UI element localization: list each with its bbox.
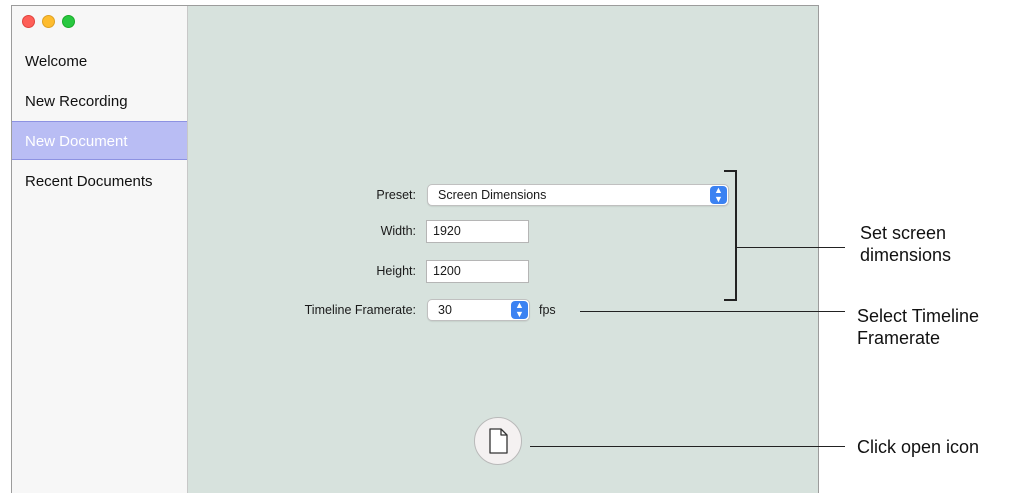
bracket-vertical xyxy=(735,170,737,301)
sidebar-item-welcome[interactable]: Welcome xyxy=(12,42,187,81)
dimensions-callout: Set screen dimensions xyxy=(860,222,951,266)
open-icon-callout: Click open icon xyxy=(857,437,980,457)
framerate-select-value: 30 xyxy=(438,303,452,317)
framerate-unit: fps xyxy=(539,303,556,317)
document-icon xyxy=(489,428,508,454)
framerate-callout-line1: Select Timeline xyxy=(857,306,980,326)
dimensions-callout-line1: Set screen xyxy=(860,223,947,243)
close-window-button[interactable] xyxy=(22,15,35,28)
open-callout-line xyxy=(530,446,845,447)
framerate-callout-line xyxy=(580,311,845,312)
minimize-window-button[interactable] xyxy=(42,15,55,28)
height-field[interactable]: 1200 xyxy=(426,260,529,283)
zoom-window-button[interactable] xyxy=(62,15,75,28)
sidebar-item-new-document[interactable]: New Document xyxy=(12,121,187,160)
framerate-label: Timeline Framerate: xyxy=(304,303,416,317)
height-label: Height: xyxy=(376,264,416,278)
dimensions-callout-line xyxy=(736,247,845,248)
open-document-button[interactable] xyxy=(474,417,522,465)
bracket-bottom xyxy=(724,299,737,301)
dimensions-callout-line2: dimensions xyxy=(860,245,952,265)
preset-select[interactable]: Screen Dimensions ▲ ▼ xyxy=(427,184,729,206)
sidebar-item-new-recording[interactable]: New Recording xyxy=(12,82,187,121)
preset-select-value: Screen Dimensions xyxy=(438,188,547,202)
sidebar: Welcome New Recording New Document Recen… xyxy=(12,6,188,493)
framerate-callout: Select Timeline Framerate xyxy=(857,305,979,349)
framerate-callout-line2: Framerate xyxy=(857,328,941,348)
width-label: Width: xyxy=(380,224,416,238)
preset-label: Preset: xyxy=(376,188,416,202)
framerate-select[interactable]: 30 ▲ ▼ xyxy=(427,299,530,321)
app-window: Welcome New Recording New Document Recen… xyxy=(11,5,819,493)
sidebar-item-recent-documents[interactable]: Recent Documents xyxy=(12,162,187,201)
preset-stepper-icon: ▲ ▼ xyxy=(710,186,727,204)
framerate-stepper-icon: ▲ ▼ xyxy=(511,301,528,319)
width-field[interactable]: 1920 xyxy=(426,220,529,243)
